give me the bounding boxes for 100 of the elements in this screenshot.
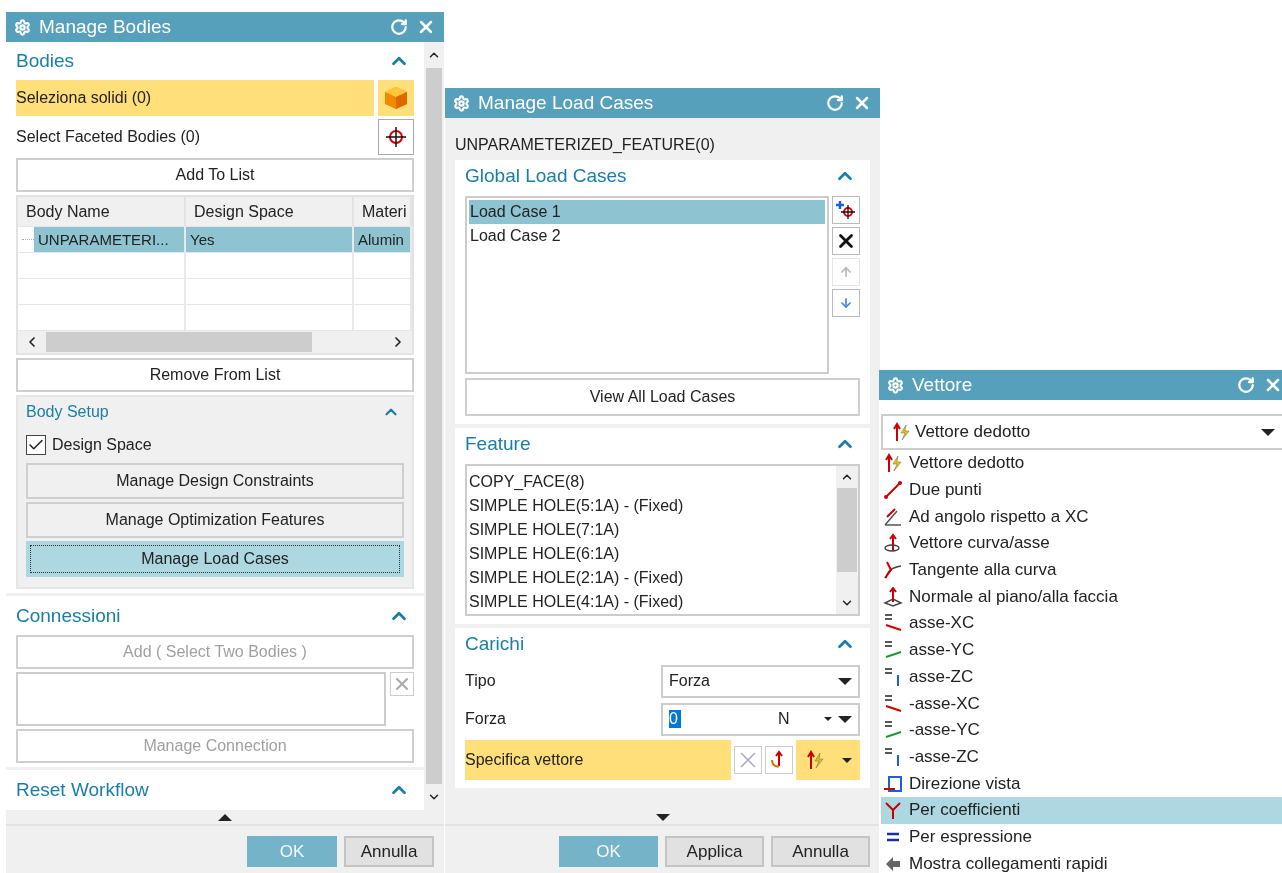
field-label: Tipo [465, 672, 497, 690]
menu-item[interactable]: asse-ZC [881, 663, 1282, 691]
menu-item[interactable]: Per coefficienti [881, 796, 1282, 824]
unit-arrow-icon [824, 717, 832, 721]
setup-button[interactable]: Manage Load Cases [26, 541, 404, 577]
vector-option-button[interactable] [765, 746, 793, 774]
menu-item[interactable]: Direzione vista [881, 770, 1282, 797]
feature-label: UNPARAMETERIZED_FEATURE(0) [455, 135, 716, 155]
reset-icon[interactable] [826, 94, 844, 112]
vector-type-button[interactable] [796, 740, 860, 780]
setup-button[interactable]: Manage Design Constraints [26, 463, 404, 499]
settings-icon[interactable] [453, 94, 470, 112]
menu-item[interactable]: asse-YC [881, 636, 1282, 664]
axis-arrow-icon [883, 613, 903, 634]
dropdown-arrow-icon [841, 757, 852, 763]
dropdown-arrow-icon [838, 677, 852, 685]
column-header[interactable]: Body Name [18, 197, 186, 226]
expand-up-icon[interactable] [218, 813, 232, 821]
section-title: Global Load Cases [465, 165, 627, 187]
menu-item[interactable]: Mostra collegamenti rapidi [881, 850, 1282, 873]
horizontal-scrollbar[interactable] [18, 331, 412, 353]
subsection-title: Body Setup [26, 403, 109, 421]
column-header[interactable]: Materi [354, 197, 412, 226]
view-all-button[interactable]: View All Load Cases [465, 378, 860, 416]
menu-item[interactable]: asse-XC [881, 610, 1282, 637]
dropdown-arrow-icon [1261, 428, 1275, 436]
feature-item[interactable]: SIMPLE HOLE(6:1A) [469, 542, 836, 566]
plane-normal-icon [883, 586, 903, 607]
menu-item[interactable]: Ad angolo rispetto a XC [881, 503, 1282, 531]
window-title: Manage Bodies [39, 16, 173, 38]
window-title: Vettore [912, 374, 974, 396]
section-title: Carichi [465, 633, 525, 655]
line-points-icon [883, 480, 903, 501]
view-direction-icon [883, 773, 903, 794]
curve-axis-icon [883, 533, 903, 554]
add-to-list-button[interactable]: Add To List [16, 158, 414, 192]
reset-icon[interactable] [390, 18, 408, 36]
setup-button[interactable]: Manage Optimization Features [26, 502, 404, 538]
load-case-item[interactable]: Load Case 1 [469, 200, 825, 224]
dialog-button[interactable]: Applica [665, 836, 764, 867]
settings-icon[interactable] [14, 18, 31, 36]
axis-arrow-icon [883, 693, 903, 714]
vector-label[interactable]: Specifica vettore [465, 740, 731, 780]
value-input[interactable]: 0 [669, 710, 681, 728]
settings-icon[interactable] [887, 376, 904, 394]
list-action-button[interactable] [832, 196, 860, 224]
list-action-button[interactable] [832, 227, 860, 255]
remove-from-list-button[interactable]: Remove From List [16, 358, 414, 392]
field-label: Forza [465, 710, 507, 728]
dropdown-arrow-icon [838, 715, 852, 723]
delete-button[interactable] [390, 672, 414, 696]
cube-icon [383, 85, 409, 111]
menu-item[interactable]: Due punti [881, 476, 1282, 504]
section-title: Reset Workflow [16, 779, 149, 801]
feature-item[interactable]: SIMPLE HOLE(4:1A) - (Fixed) [469, 590, 836, 614]
menu-item[interactable]: Vettore curva/asse [881, 530, 1282, 557]
method-dropdown[interactable]: Vettore dedotto [881, 414, 1282, 450]
menu-item[interactable]: -asse-XC [881, 690, 1282, 717]
dialog-button[interactable]: Annulla [771, 836, 870, 867]
menu-item[interactable]: Per espressione [881, 823, 1282, 851]
menu-item[interactable]: -asse-ZC [881, 743, 1282, 771]
table-cell[interactable]: UNPARAMETERI... [34, 227, 184, 252]
type-dropdown[interactable]: Forza [661, 664, 860, 698]
feature-item[interactable]: COPY_FACE(8) [469, 470, 836, 494]
feature-item[interactable]: SIMPLE HOLE(2:1A) - (Fixed) [469, 566, 836, 590]
angle-icon [883, 506, 903, 527]
section-title: Bodies [16, 50, 75, 72]
column-header[interactable]: Design Space [186, 197, 354, 226]
table-cell[interactable]: Alumin [354, 227, 412, 252]
section-title: Connessioni [16, 605, 121, 627]
menu-item[interactable]: -asse-YC [881, 716, 1282, 744]
select-button[interactable] [378, 119, 414, 155]
checkbox-label: Design Space [52, 436, 152, 454]
section-title: Feature [465, 433, 531, 455]
vector-components-icon [883, 800, 903, 821]
checkbox[interactable] [26, 435, 46, 455]
menu-item[interactable]: Tangente alla curva [881, 556, 1282, 584]
arrows-icon [738, 750, 758, 770]
add-crosshair-icon [836, 200, 856, 220]
vertical-scrollbar[interactable] [836, 466, 858, 614]
feature-item[interactable]: SIMPLE HOLE(5:1A) - (Fixed) [469, 494, 836, 518]
menu-item[interactable]: Normale al piano/alla faccia [881, 583, 1282, 611]
menu-item[interactable]: Vettore dedotto [881, 450, 1282, 477]
dialog-button[interactable]: Annulla [344, 836, 434, 867]
selection-label[interactable]: Seleziona solidi (0) [16, 80, 374, 116]
load-case-item[interactable]: Load Case 2 [469, 224, 825, 248]
axis-arrow-icon [883, 640, 903, 661]
crosshair-icon [385, 126, 407, 148]
feature-item[interactable]: SIMPLE HOLE(7:1A) [469, 518, 836, 542]
arrow-lightning-icon [883, 453, 903, 474]
reset-icon[interactable] [1237, 376, 1255, 394]
arrow-lightning-icon [804, 750, 825, 770]
axis-arrow-icon [883, 720, 903, 741]
expand-down-icon [655, 813, 670, 821]
arrow-lightning-icon [891, 422, 911, 442]
force-field[interactable]: 0 N [661, 702, 860, 736]
tangent-icon [883, 560, 903, 581]
selection-label[interactable]: Select Faceted Bodies (0) [16, 119, 374, 155]
window-title: Manage Load Cases [478, 92, 655, 114]
table-cell[interactable]: Yes [186, 227, 354, 252]
